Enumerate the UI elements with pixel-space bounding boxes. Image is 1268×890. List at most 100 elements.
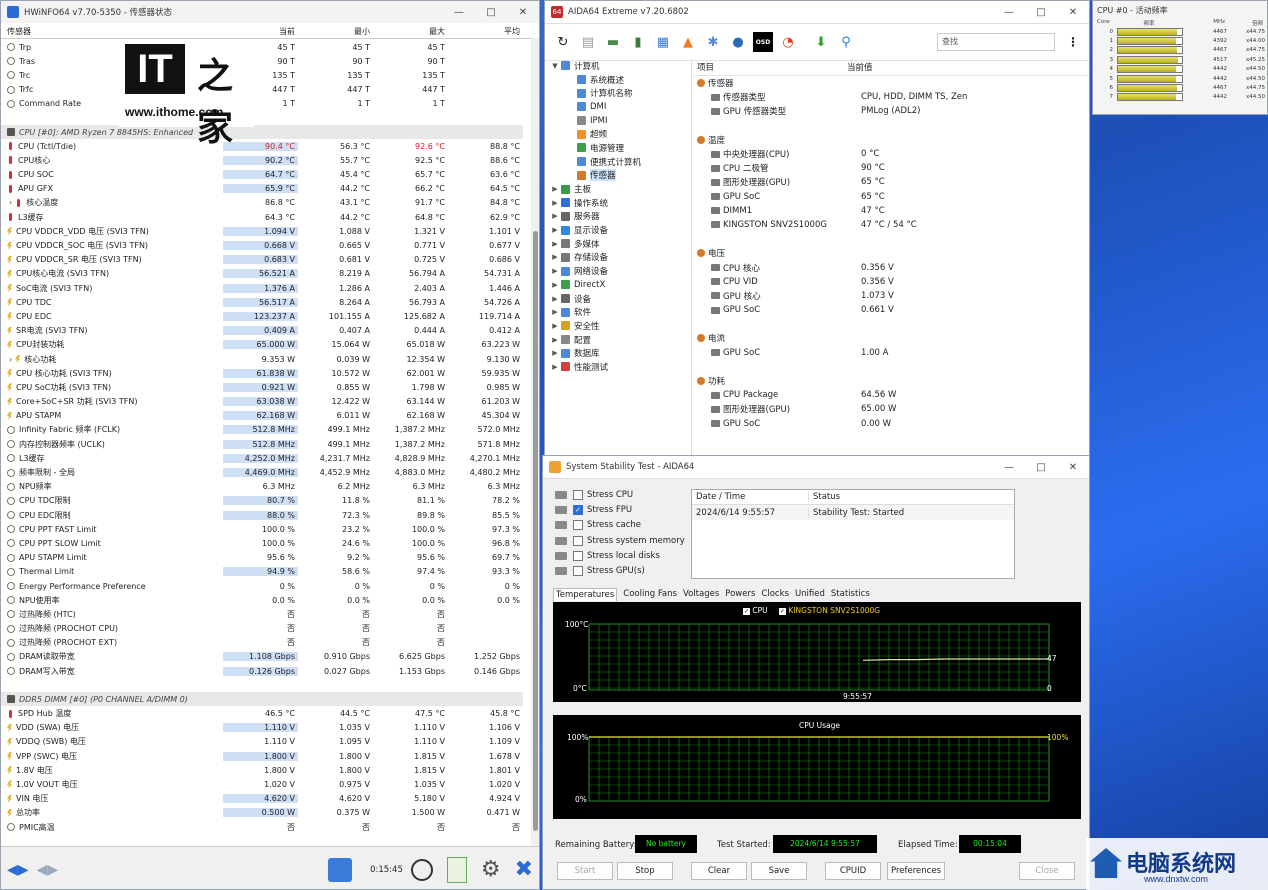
sensor-group-header[interactable]: CPU [#0]: AMD Ryzen 7 8845HS: Enhanced [1,124,523,140]
sensor-row[interactable]: Trfc 447 T 447 T 447 T [1,83,523,97]
sensor-row[interactable]: Core+SoC+SR 功耗 (SVI3 TFN) 63.038 W 12.422 … [1,395,523,409]
user-icon[interactable]: ● [728,32,748,52]
nav-back-icon[interactable]: ◀▶ [7,862,29,878]
tree-item[interactable]: 传感器 [545,169,691,183]
expand-icon[interactable]: › [9,198,12,207]
sensor-row[interactable]: SPD Hub 温度 46.5 °C 44.5 °C 47.5 °C 45.8 °C [1,706,523,720]
tree-item[interactable]: 便携式计算机 [545,155,691,169]
more-options-icon[interactable]: ⋮ [1067,35,1079,49]
osd-icon[interactable]: OSD [753,32,773,52]
detail-row[interactable]: 中央处理器(CPU) 0 °C [693,147,1089,161]
log-col-status[interactable]: Status [809,492,840,502]
col-max[interactable]: 最大 [373,23,448,38]
col-sensor[interactable]: 传感器 [1,23,223,38]
clock-icon[interactable] [410,858,433,881]
minimize-button[interactable]: — [443,7,475,18]
sensor-row[interactable]: Trp 45 T 45 T 45 T [1,40,523,54]
stress-option[interactable]: Stress local disks [555,549,660,563]
sensor-row[interactable]: CPU SOC 64.7 °C 45.4 °C 65.7 °C 63.6 °C [1,168,523,182]
sensor-row[interactable]: NPU使用率 0.0 % 0.0 % 0.0 % 0.0 % [1,593,523,607]
detail-row[interactable]: GPU SoC 0.661 V [693,303,1089,317]
maximize-button[interactable]: □ [475,7,507,18]
maximize-button[interactable]: □ [1025,462,1057,473]
sensor-row[interactable]: VDD (SWA) 电压 1.110 V 1.035 V 1.110 V 1.106 V [1,721,523,735]
save-button[interactable]: Save [751,862,807,880]
sensor-row[interactable]: 内存控制器频率 (UCLK) 512.8 MHz 499.1 MHz 1,387.2 … [1,437,523,451]
sensor-row[interactable]: CPU PPT SLOW Limit 100.0 % 24.6 % 100.0 % 96… [1,536,523,550]
sensor-row[interactable]: Energy Performance Preference 0 % 0 % 0 % 0 … [1,579,523,593]
stop-button[interactable]: Stop [617,862,673,880]
sensor-row[interactable]: CPU EDC 123.237 A 101.155 A 125.682 A 119.71… [1,309,523,323]
cpuid-button[interactable]: CPUID [825,862,881,880]
sensor-row[interactable]: Thermal Limit 94.9 % 58.6 % 97.4 % 93.3 % [1,565,523,579]
col-min[interactable]: 最小 [298,23,373,38]
sensor-row[interactable]: 1.0V VOUT 电压 1.020 V 0.975 V 1.035 V 1.020 V [1,777,523,791]
search-icon[interactable]: ⚲ [836,32,856,52]
detail-section[interactable]: 电流 [693,331,1089,345]
settings-icon[interactable]: ⚙ [481,857,501,882]
memory-icon[interactable]: ▬ [603,32,623,52]
chevron-right-icon[interactable]: ▶ [549,349,561,357]
sensor-row[interactable]: CPU封装功耗 65.000 W 15.064 W 65.018 W 63.223 W [1,338,523,352]
download-icon[interactable]: ⬇ [811,32,831,52]
sensor-row[interactable]: CPU SoC功耗 (SVI3 TFN) 0.921 W 0.855 W 1.798 … [1,380,523,394]
sensor-row[interactable]: › 核心温度 86.8 °C 43.1 °C 91.7 °C 84.8 °C [1,196,523,210]
sensor-row[interactable]: 过热降频 (PROCHOT EXT) 否 否 否 [1,636,523,650]
tree-item[interactable]: 超频 [545,127,691,141]
tree-item[interactable]: ▶ 多媒体 [545,237,691,251]
checkbox[interactable]: ✓ [573,505,583,516]
detail-row[interactable]: 图形处理器(GPU) 65.00 W [693,402,1089,416]
tree-item[interactable]: 计算机名称 [545,86,691,100]
tab-temperatures[interactable]: Temperatures [553,588,618,601]
gauge-icon[interactable]: ◔ [778,32,798,52]
sensor-row[interactable]: 频率限制 - 全局 4,469.0 MHz 4,452.9 MHz 4,883.0 M… [1,465,523,479]
tree-item[interactable]: ▶ 服务器 [545,210,691,224]
sensor-row[interactable]: VDDQ (SWB) 电压 1.110 V 1.095 V 1.110 V 1.109 … [1,735,523,749]
detail-row[interactable]: 图形处理器(GPU) 65 °C [693,175,1089,189]
network-icon[interactable]: ▦ [653,32,673,52]
ram-icon[interactable]: ▮ [628,32,648,52]
sensor-row[interactable]: CPU EDC限制 88.0 % 72.3 % 89.8 % 85.5 % [1,508,523,522]
detail-section[interactable]: 功耗 [693,374,1089,388]
tree-item[interactable]: ▶ 操作系统 [545,196,691,210]
tree-item[interactable]: ▶ 显示设备 [545,223,691,237]
sensor-row[interactable]: APU GFX 65.9 °C 44.2 °C 66.2 °C 64.5 °C [1,182,523,196]
detail-row[interactable]: GPU SoC 65 °C [693,190,1089,204]
detail-row[interactable]: 传感器类型 CPU, HDD, DIMM TS, Zen [693,90,1089,104]
tab-unified[interactable]: Unified [795,588,825,601]
close-button[interactable]: ✕ [507,7,539,18]
flame-icon[interactable]: ▲ [678,32,698,52]
chevron-right-icon[interactable]: ▶ [549,199,561,207]
sensor-row[interactable]: 总功率 0.500 W 0.375 W 1.500 W 0.471 W [1,806,523,820]
chevron-right-icon[interactable]: ▶ [549,336,561,344]
sensor-row[interactable]: L3缓存 4,252.0 MHz 4,231.7 MHz 4,828.9 MHz 4,2… [1,451,523,465]
col-current[interactable]: 当前 [223,23,298,38]
stress-icon[interactable]: ✱ [703,32,723,52]
stress-option[interactable]: Stress GPU(s) [555,564,645,578]
log-row[interactable]: 2024/6/14 9:55:57 Stability Test: Starte… [692,505,1014,520]
tree-item[interactable]: DMI [545,100,691,114]
stress-option[interactable]: Stress CPU [555,488,633,502]
legend-kingston[interactable]: ✓ KINGSTON SNV2S1000G [779,606,880,615]
tab-statistics[interactable]: Statistics [831,588,870,601]
detail-row[interactable]: KINGSTON SNV2S1000G 47 °C / 54 °C [693,218,1089,232]
sensor-row[interactable]: DRAM读取带宽 1.108 Gbps 0.910 Gbps 6.625 Gbps 1.… [1,650,523,664]
detail-section[interactable]: 电压 [693,246,1089,260]
sensor-row[interactable]: APU STAPM 62.168 W 6.011 W 62.168 W 45.304 W [1,409,523,423]
maximize-button[interactable]: □ [1025,7,1057,18]
stress-option[interactable]: ✓ Stress FPU [555,503,632,517]
tree-item[interactable]: ▼ 计算机 [545,59,691,73]
sensor-row[interactable]: SR电流 (SVI3 TFN) 0.409 A 0.407 A 0.444 A 0.41… [1,324,523,338]
sensor-row[interactable]: Trc 135 T 135 T 135 T [1,68,523,82]
sensor-row[interactable]: Command Rate 1 T1 T1 T [1,97,523,111]
chevron-right-icon[interactable]: ▶ [549,240,561,248]
chevron-right-icon[interactable]: ▶ [549,281,561,289]
chevron-right-icon[interactable]: ▶ [549,322,561,330]
tree-item[interactable]: 电源管理 [545,141,691,155]
sensor-group-header[interactable]: DDR5 DIMM [#0] (P0 CHANNEL A/DIMM 0) [1,692,523,707]
detail-row[interactable]: GPU SoC 1.00 A [693,346,1089,360]
sensor-row[interactable]: CPU PPT FAST Limit 100.0 % 23.2 % 100.0 % 97… [1,522,523,536]
tab-powers[interactable]: Powers [725,588,755,601]
sensor-row[interactable]: CPU核心 90.2 °C 55.7 °C 92.5 °C 88.6 °C [1,153,523,167]
sensor-row[interactable]: VIN 电压 4.620 V 4.620 V 5.180 V 4.924 V [1,792,523,806]
